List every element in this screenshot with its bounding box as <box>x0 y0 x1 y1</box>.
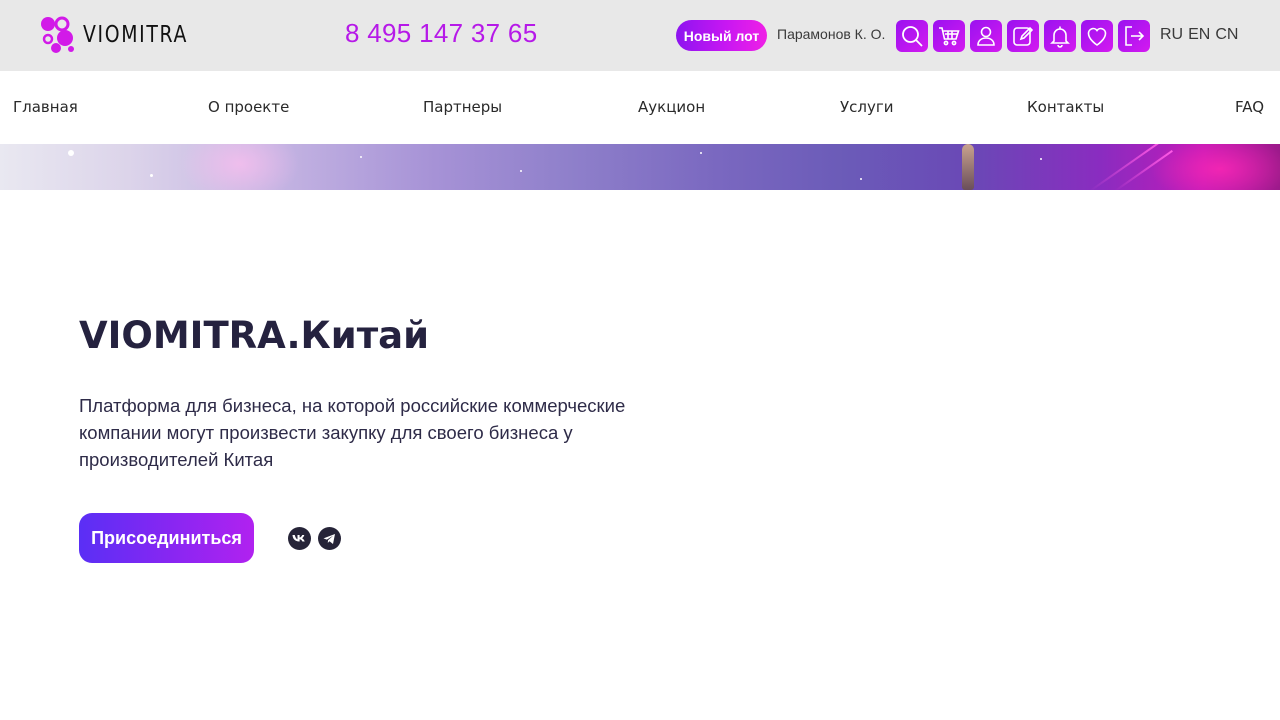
nav-item-faq[interactable]: FAQ <box>1235 98 1264 116</box>
logout-button[interactable] <box>1118 20 1150 52</box>
nav-item-home[interactable]: Главная <box>13 98 78 116</box>
notifications-button[interactable] <box>1044 20 1076 52</box>
telegram-icon <box>323 533 335 544</box>
cart-button[interactable] <box>933 20 965 52</box>
logo-icon <box>41 16 74 53</box>
lang-cn[interactable]: CN <box>1215 26 1238 44</box>
telegram-link[interactable] <box>318 527 341 550</box>
user-name[interactable]: Парамонов К. О. <box>777 26 885 42</box>
edit-button[interactable] <box>1007 20 1039 52</box>
vk-icon <box>292 534 305 541</box>
page-title: VIOMITRA.Китай <box>79 314 430 357</box>
logo-text: VIOMITRA <box>83 22 189 48</box>
user-icon <box>977 26 995 46</box>
search-button[interactable] <box>896 20 928 52</box>
bell-icon <box>1050 26 1070 48</box>
language-switcher: RU EN CN <box>1160 26 1238 44</box>
nav-item-partners[interactable]: Партнеры <box>423 98 502 116</box>
logo[interactable]: VIOMITRA <box>40 16 211 54</box>
lang-en[interactable]: EN <box>1188 26 1210 44</box>
heart-icon <box>1087 27 1107 46</box>
hero-banner-image <box>0 144 1280 190</box>
nav-item-auction[interactable]: Аукцион <box>638 98 705 116</box>
logout-icon <box>1125 26 1145 46</box>
cart-icon <box>939 27 960 46</box>
profile-button[interactable] <box>970 20 1002 52</box>
top-bar: VIOMITRA 8 495 147 37 65 Новый лот Парам… <box>0 0 1280 71</box>
lang-ru[interactable]: RU <box>1160 26 1183 44</box>
edit-icon <box>1013 26 1034 46</box>
phone-number[interactable]: 8 495 147 37 65 <box>345 18 537 49</box>
nav-item-contacts[interactable]: Контакты <box>1027 98 1104 116</box>
nav-item-about[interactable]: О проекте <box>208 98 289 116</box>
vk-link[interactable] <box>288 527 311 550</box>
favorites-button[interactable] <box>1081 20 1113 52</box>
nav-item-services[interactable]: Услуги <box>840 98 893 116</box>
new-lot-button[interactable]: Новый лот <box>676 20 767 51</box>
search-icon <box>902 26 923 47</box>
join-button[interactable]: Присоединиться <box>79 513 254 563</box>
main-nav: Главная О проекте Партнеры Аукцион Услуг… <box>0 71 1280 144</box>
hero-description: Платформа для бизнеса, на которой россий… <box>79 395 626 470</box>
